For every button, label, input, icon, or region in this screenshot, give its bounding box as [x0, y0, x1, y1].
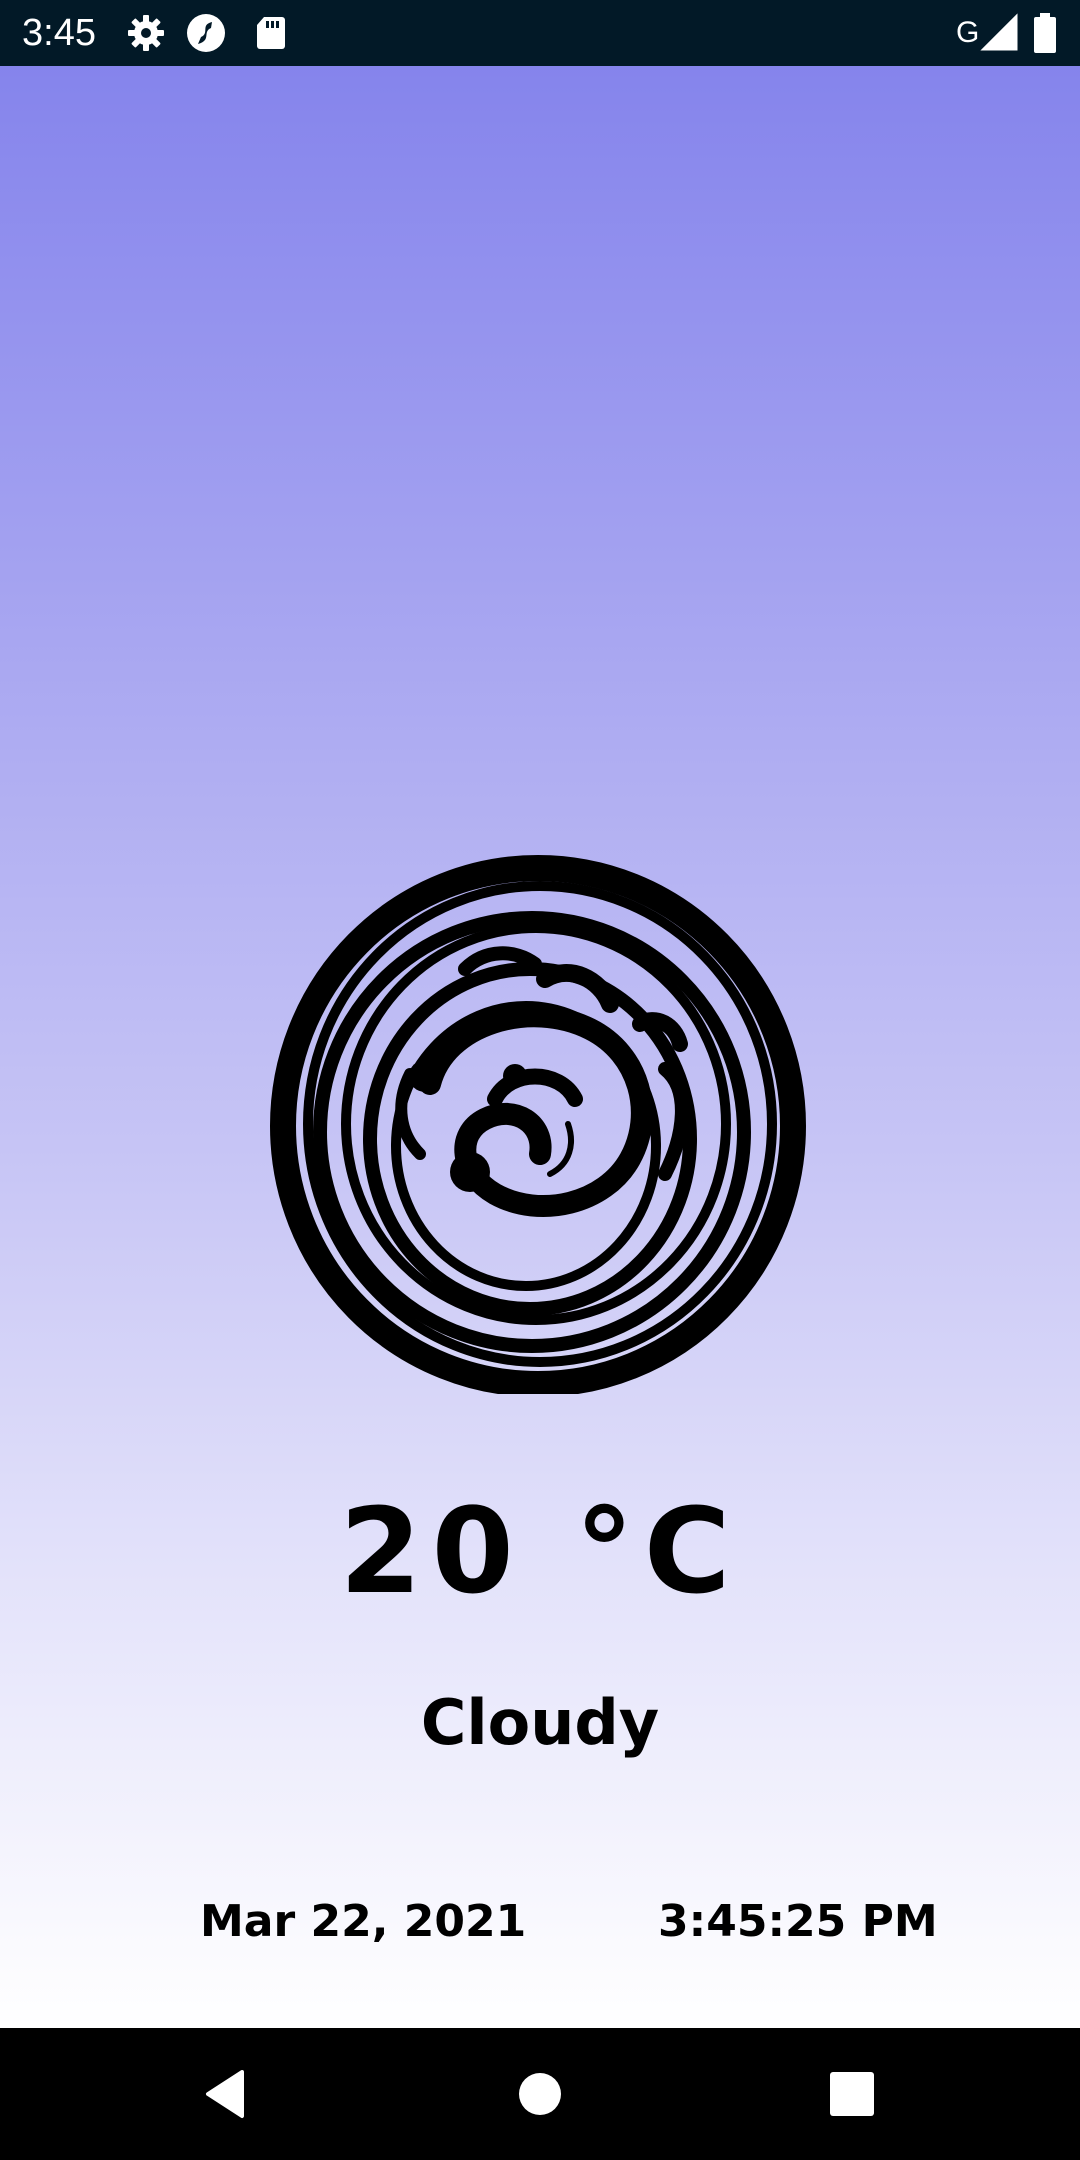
recents-icon	[822, 2072, 882, 2128]
current-date: Mar 22, 2021	[200, 1896, 527, 1947]
home-icon	[510, 2073, 570, 2128]
back-button[interactable]	[196, 2064, 256, 2124]
temperature-value: 20 °C	[339, 1482, 741, 1620]
current-time: 3:45:25 PM	[658, 1896, 938, 1947]
recents-button[interactable]	[822, 2064, 882, 2124]
navigation-bar	[0, 2028, 1080, 2160]
home-button[interactable]	[510, 2064, 570, 2124]
cloudy-swirl-icon	[270, 854, 810, 1397]
network-type: G	[956, 16, 980, 49]
status-bar: 3:45 G	[0, 0, 1080, 66]
battery-icon	[1030, 13, 1060, 53]
gear-icon	[126, 13, 166, 53]
sd-card-icon	[250, 13, 290, 53]
screen: 3:45 G 20 °C Cloudy Mar 22, 2021 3:45:25…	[0, 0, 1080, 2160]
weather-app: 20 °C Cloudy Mar 22, 2021 3:45:25 PM	[0, 66, 1080, 2028]
weather-condition: Cloudy	[420, 1686, 660, 1759]
sync-icon	[186, 13, 226, 53]
back-icon	[196, 2070, 256, 2128]
status-time: 3:45	[22, 12, 96, 54]
signal-icon	[980, 13, 1020, 53]
